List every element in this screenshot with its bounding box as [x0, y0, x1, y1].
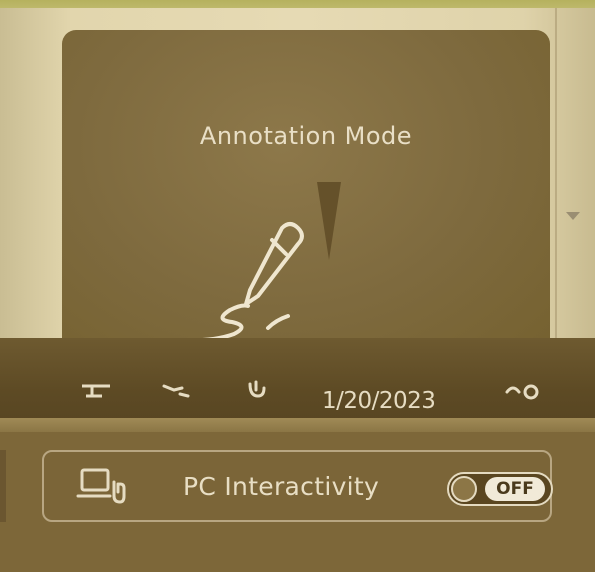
- toolbar-edge: [0, 418, 595, 432]
- left-edge: [0, 450, 6, 522]
- pc-interactivity-toggle[interactable]: OFF: [447, 472, 553, 506]
- pc-touch-icon: [76, 468, 126, 504]
- toolbar-icon-4[interactable]: [505, 378, 545, 402]
- toggle-state-text: OFF: [496, 479, 534, 499]
- toolbar-icon-2[interactable]: [160, 378, 200, 402]
- toolbar-icon-3[interactable]: [244, 378, 284, 402]
- toolbar-icon-1[interactable]: [78, 378, 118, 402]
- toolbar-date: 1/20/2023: [322, 388, 436, 414]
- background-dropdown-arrow-icon: [566, 212, 580, 220]
- pc-interactivity-label: PC Interactivity: [183, 472, 380, 501]
- popup-title: Annotation Mode: [199, 122, 413, 150]
- pen-icon: [174, 222, 304, 343]
- toggle-knob: [451, 476, 477, 502]
- background-divider: [555, 8, 557, 348]
